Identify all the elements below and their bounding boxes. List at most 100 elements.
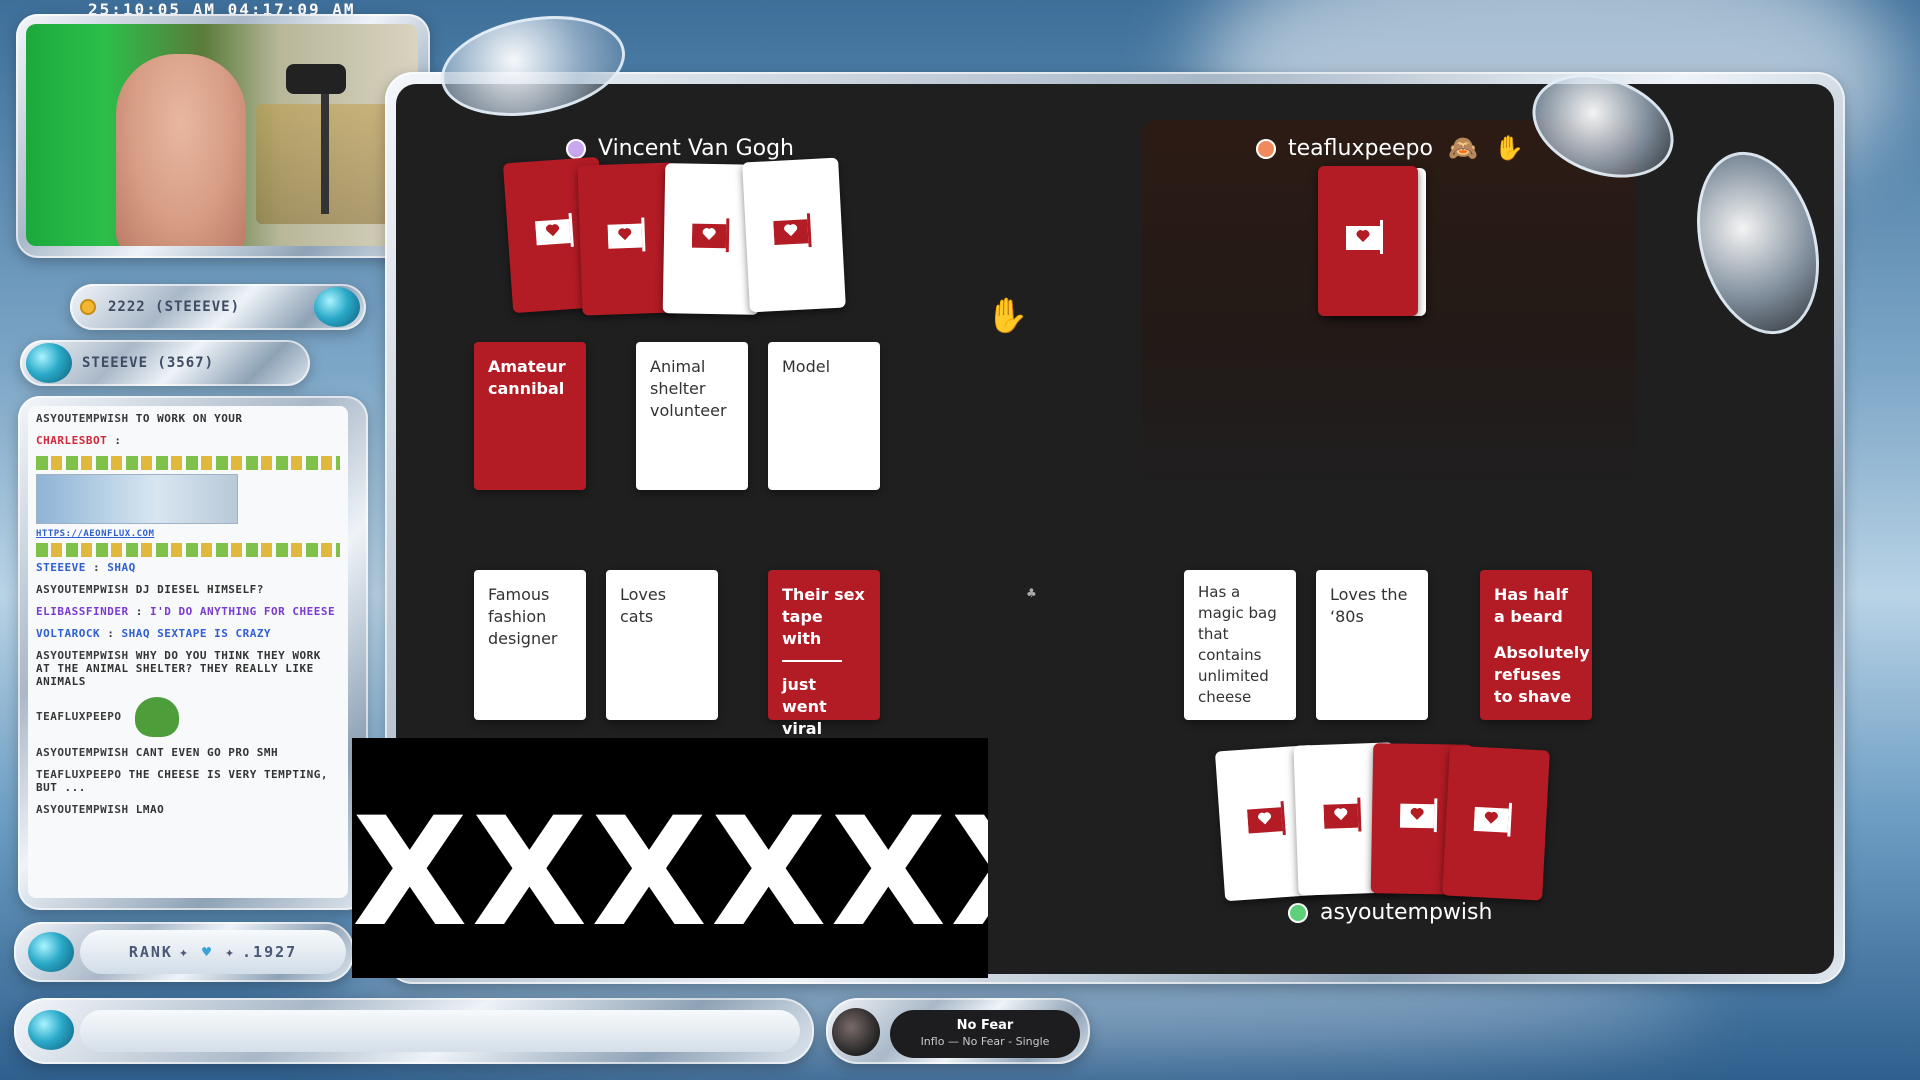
chat-username: CHARLESBOT <box>36 434 108 447</box>
chat-message: STEEEVE : SHAQ <box>36 561 136 574</box>
chat-username: ASYOUTEMPWISH <box>36 746 129 759</box>
flag-heart-icon <box>1399 798 1438 833</box>
card-text: Loves the ‘80s <box>1330 585 1408 626</box>
rank-label: RANK <box>128 943 173 961</box>
track-title: No Fear <box>956 1018 1014 1033</box>
card-text: Their sex tape with <box>782 585 865 648</box>
chat-message: ASYOUTEMPWISH CANT EVEN GO PRO SMH <box>36 746 340 759</box>
player-status-dot <box>1288 902 1308 923</box>
chat-username: TEAFLUXPEEPO <box>36 768 122 781</box>
points-label: 2222 (STEEEVE) <box>108 299 241 315</box>
chat-username: ASYOUTEMPWISH <box>36 412 129 425</box>
gem-icon <box>26 343 72 383</box>
flag-heart-icon <box>691 218 730 253</box>
chat-image <box>36 474 238 524</box>
sparkle-icon: ✦ <box>178 943 190 961</box>
album-art <box>832 1008 880 1056</box>
flag-heart-icon <box>1247 801 1286 836</box>
chat-username: TEAFLUXPEEPO <box>36 710 122 723</box>
card-text: Famous fashion designer <box>488 585 558 648</box>
chat-message: ASYOUTEMPWISH TO WORK ON YOUR <box>36 412 340 425</box>
sub-pill: STEEEVE (3567) <box>20 340 310 386</box>
webcam-background-items <box>256 104 406 224</box>
small-marker-icon: ♣ <box>1026 586 1037 600</box>
player-top-right: teafluxpeepo <box>1256 136 1433 161</box>
answer-card[interactable]: Has a magic bag that contains unlimited … <box>1184 570 1296 720</box>
mic-stand <box>321 84 329 214</box>
see-no-evil-monkey-icon: 🙈 <box>1448 134 1478 162</box>
flag-heart-icon <box>1346 220 1383 254</box>
chat-username: VOLTAROCK <box>36 627 101 640</box>
heart-icon: ♥ <box>201 943 213 961</box>
player-bottom: asyoutempwish <box>1288 900 1492 925</box>
chat-text: DJ DIESEL HIMSELF? <box>135 583 264 596</box>
answer-card[interactable]: Loves cats <box>606 570 718 720</box>
chat-text: I'D DO ANYTHING FOR CHEESE <box>149 605 336 618</box>
webcam-feed <box>26 24 418 246</box>
gem-icon <box>28 1010 74 1050</box>
answer-card[interactable]: Amateur cannibal <box>474 342 586 490</box>
card-text: Amateur cannibal <box>488 357 566 398</box>
chat-message: TEAFLUXPEEPO <box>36 697 340 737</box>
card-text: Has half a beard <box>1494 585 1568 626</box>
emote-row <box>36 456 340 470</box>
player-name: Vincent Van Gogh <box>598 136 794 161</box>
answer-card[interactable]: Has half a beard Absolutely refuses to s… <box>1480 570 1592 720</box>
flag-heart-icon <box>1323 797 1362 832</box>
chat-username: ASYOUTEMPWISH <box>36 583 129 596</box>
card-blank <box>782 660 842 662</box>
player-status-dot <box>566 138 586 159</box>
card-text: Model <box>782 357 831 376</box>
card-text: just went viral <box>782 675 827 738</box>
player-status-dot <box>1256 138 1276 159</box>
chat-username: ELIBASSFINDER <box>36 605 129 618</box>
card-text: Absolutely refuses to shave <box>1494 643 1590 706</box>
answer-card[interactable]: Loves the ‘80s <box>1316 570 1428 720</box>
points-pill: 2222 (STEEEVE) <box>70 284 366 330</box>
hand-cursor-icon: ✋ <box>986 296 1029 336</box>
chat-panel[interactable]: ASYOUTEMPWISH TO WORK ON YOUR CHARLESBOT… <box>28 406 348 898</box>
sparkle-icon: ✦ <box>225 943 237 961</box>
chat-message: CHARLESBOT : <box>36 434 122 447</box>
track-subtitle: Inflo — No Fear - Single <box>920 1035 1050 1048</box>
chat-text: SHAQ SEXTAPE IS CRAZY <box>121 627 272 640</box>
chat-text: SHAQ <box>107 561 136 574</box>
card-text: Animal shelter volunteer <box>650 357 727 420</box>
coin-icon <box>80 299 96 315</box>
chat-message: ASYOUTEMPWISH DJ DIESEL HIMSELF? <box>36 583 340 596</box>
prompt-card[interactable]: Their sex tape with just went viral <box>768 570 880 738</box>
rank-value: .1927 <box>242 943 298 961</box>
flag-heart-icon <box>535 212 574 247</box>
gem-icon <box>314 287 360 327</box>
player-name: asyoutempwish <box>1320 900 1493 925</box>
card-back[interactable] <box>1442 745 1550 901</box>
chat-message: TEAFLUXPEEPO THE CHEESE IS VERY TEMPTING… <box>36 768 340 794</box>
censor-overlay: XXXXXX <box>352 738 988 978</box>
chat-message: ASYOUTEMPWISH LMAO <box>36 803 340 816</box>
sub-label: STEEEVE (3567) <box>82 355 215 371</box>
microphone <box>286 64 346 94</box>
raised-hand-icon: ✋ <box>1494 134 1524 162</box>
chat-text: CANT EVEN GO PRO SMH <box>135 746 279 759</box>
bottom-bar-track <box>80 1010 800 1052</box>
answer-card[interactable]: Animal shelter volunteer <box>636 342 748 490</box>
chat-message: VOLTAROCK : SHAQ SEXTAPE IS CRAZY <box>36 627 272 640</box>
card-text: Loves cats <box>620 585 667 626</box>
chat-link[interactable]: HTTPS://AEONFLUX.COM <box>36 528 340 541</box>
flag-heart-icon <box>773 213 812 248</box>
answer-card[interactable]: Famous fashion designer <box>474 570 586 720</box>
chat-message: ELIBASSFINDER : I'D DO ANYTHING FOR CHEE… <box>36 605 336 618</box>
card-text: Has a magic bag that contains unlimited … <box>1198 583 1277 706</box>
chat-username: ASYOUTEMPWISH <box>36 649 129 662</box>
gem-icon <box>28 932 74 972</box>
player-top-left: Vincent Van Gogh <box>566 136 794 161</box>
card-back[interactable] <box>742 157 846 313</box>
chat-username: ASYOUTEMPWISH <box>36 803 129 816</box>
answer-card[interactable]: Model <box>768 342 880 490</box>
rank-display: RANK ✦ ♥ ✦ .1927 <box>80 930 346 974</box>
pepe-emote-icon <box>134 697 179 737</box>
flag-heart-icon <box>1473 802 1513 837</box>
chat-text: LMAO <box>135 803 165 816</box>
player-name: teafluxpeepo <box>1288 136 1433 161</box>
card-back[interactable] <box>1318 166 1418 316</box>
